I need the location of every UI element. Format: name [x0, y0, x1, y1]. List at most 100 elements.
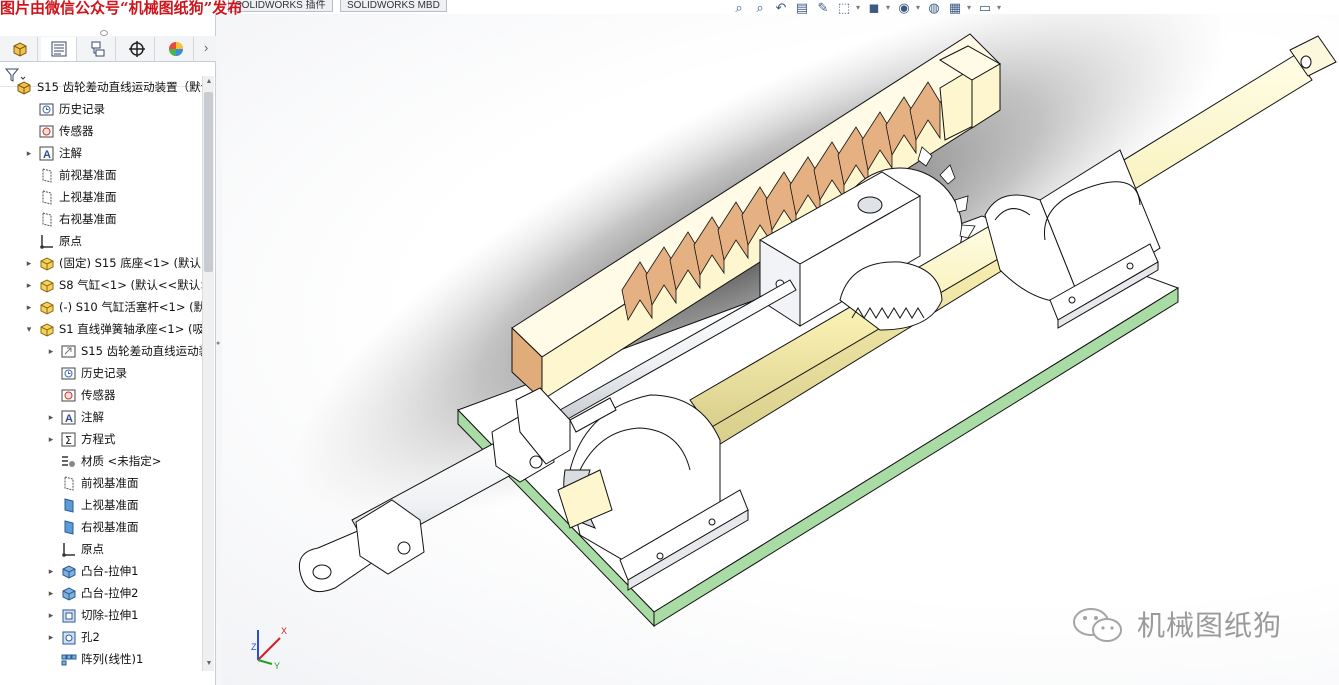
- tab-solidworks-addins[interactable]: SOLIDWORKS 插件: [228, 0, 333, 12]
- tree-item[interactable]: 前视基准面: [24, 164, 117, 186]
- tree-item[interactable]: 右视基准面: [24, 208, 117, 230]
- tree-item[interactable]: ▸ S8 气缸<1> (默认<<默认>_: [24, 274, 202, 296]
- tree-item[interactable]: 上视基准面: [24, 186, 117, 208]
- tree-item-label: 凸台-拉伸2: [81, 586, 139, 600]
- tree-item[interactable]: ▸ 切除-拉伸1: [46, 604, 138, 626]
- tree-item[interactable]: ▸ S15 齿轮差动直线运动装: [46, 340, 202, 362]
- plane-solid-icon: [60, 519, 77, 535]
- linear-pattern-icon: [60, 651, 77, 667]
- tree-item-label: S1 直线弹簧轴承座<1> (吸纳: [59, 322, 202, 336]
- tree-item[interactable]: ▸ Σ 方程式: [46, 428, 116, 450]
- tree-item[interactable]: ▸ (-) S10 气缸活塞杆<1> (默认: [24, 296, 202, 318]
- boss-extrude-icon: [60, 585, 77, 601]
- tree-item[interactable]: 传感器: [46, 384, 116, 406]
- tree-item[interactable]: 上视基准面: [46, 494, 139, 516]
- tree-item-label: 原点: [81, 542, 104, 556]
- tab-feature-manager[interactable]: [2, 37, 38, 61]
- scrollbar-thumb[interactable]: [204, 92, 213, 272]
- tree-item[interactable]: ▾ S1 直线弹簧轴承座<1> (吸纳: [24, 318, 202, 340]
- triad-z-label: Z: [251, 642, 257, 652]
- feature-tree-scrollbar[interactable]: ▲ ▼: [202, 76, 214, 671]
- sensor-icon: [38, 123, 55, 139]
- panel-tabs-scroll-right-icon[interactable]: ›: [204, 40, 208, 55]
- expand-arrow-icon[interactable]: ▸: [46, 434, 56, 445]
- cut-extrude-icon: [60, 607, 77, 623]
- sensor-icon: [60, 387, 77, 403]
- tree-item-label: (-) S10 气缸活塞杆<1> (默认: [59, 300, 202, 314]
- expand-arrow-icon[interactable]: ▸: [46, 632, 56, 643]
- scroll-down-arrow-icon[interactable]: ▼: [204, 658, 214, 670]
- tree-item-label: 右视基准面: [59, 212, 117, 226]
- dropdown-caret-icon[interactable]: ▾: [886, 1, 892, 15]
- tree-item-label: 凸台-拉伸1: [81, 564, 139, 578]
- tree-item[interactable]: 前视基准面: [46, 472, 139, 494]
- dropdown-caret-icon[interactable]: ▾: [856, 1, 862, 15]
- link-icon: [60, 343, 77, 359]
- expand-arrow-icon[interactable]: ▸: [24, 302, 34, 313]
- edit-appearance-icon: ◍: [928, 0, 940, 15]
- property-manager-icon: [51, 41, 66, 57]
- watermark-text: 机械图纸狗: [1137, 609, 1283, 642]
- tree-item-label: 方程式: [81, 432, 116, 446]
- zoom-area-icon: ⌕: [756, 0, 764, 15]
- triad-x-label: X: [281, 626, 287, 636]
- expand-arrow-icon[interactable]: ▸: [24, 148, 34, 159]
- tree-item-label: 注解: [81, 410, 104, 424]
- tree-item-label: 前视基准面: [59, 168, 117, 182]
- tree-item-label: 历史记录: [81, 366, 127, 380]
- expand-arrow-icon[interactable]: ▸: [46, 610, 56, 621]
- expand-arrow-icon[interactable]: ▸: [24, 258, 34, 269]
- tree-item[interactable]: ▸ 孔2: [46, 626, 100, 648]
- graphics-area[interactable]: X Y Z 机械图纸狗: [222, 14, 1339, 685]
- assembly-model[interactable]: [222, 14, 1339, 685]
- tree-item[interactable]: 传感器: [24, 120, 94, 142]
- tree-item[interactable]: ▸ A 注解: [46, 406, 104, 428]
- tree-item[interactable]: 原点: [24, 230, 82, 252]
- tree-item[interactable]: 历史记录: [24, 98, 105, 120]
- display-manager-icon: [168, 42, 183, 56]
- tree-item[interactable]: 阵列(线性)1: [46, 648, 143, 670]
- collapse-arrow-icon[interactable]: ▾: [24, 324, 34, 335]
- tab-property-manager[interactable]: [41, 37, 77, 61]
- tree-item-label: 切除-拉伸1: [81, 608, 139, 622]
- tree-item[interactable]: 历史记录: [46, 362, 127, 384]
- expand-arrow-icon[interactable]: ▸: [46, 588, 56, 599]
- expand-arrow-icon[interactable]: ▸: [24, 280, 34, 291]
- dynamic-annotation-icon: ✎: [817, 0, 829, 15]
- tree-item[interactable]: ▸ 凸台-拉伸1: [46, 560, 138, 582]
- expand-arrow-icon[interactable]: ▸: [46, 566, 56, 577]
- plane-icon: [38, 167, 55, 183]
- tree-item[interactable]: 右视基准面: [46, 516, 139, 538]
- tree-item-label: 孔2: [81, 630, 100, 644]
- expand-arrow-icon[interactable]: ▸: [46, 412, 56, 423]
- tree-item[interactable]: 原点: [46, 538, 104, 560]
- triad-y-label: Y: [274, 661, 280, 671]
- tree-item-label: 阵列(线性)1: [81, 652, 144, 666]
- tree-item-label: 历史记录: [59, 102, 105, 116]
- dropdown-caret-icon[interactable]: ▾: [916, 1, 922, 15]
- tree-item[interactable]: ▸ 凸台-拉伸2: [46, 582, 138, 604]
- tree-item-label: 上视基准面: [59, 190, 117, 204]
- watermark-logo: 机械图纸狗: [1069, 604, 1282, 644]
- tree-item[interactable]: S15 齿轮差动直线运动装置（默认: [2, 76, 202, 98]
- tree-item-label: 前视基准面: [81, 476, 139, 490]
- coordinate-triad: X Y Z: [251, 626, 287, 671]
- origin-icon: [60, 541, 77, 557]
- tree-item-label: 上视基准面: [81, 498, 139, 512]
- view-orientation-icon: ⬚: [837, 0, 851, 15]
- tree-item-label: 右视基准面: [81, 520, 139, 534]
- plane-solid-icon: [60, 497, 77, 513]
- expand-arrow-icon[interactable]: ▸: [46, 346, 56, 357]
- tab-display-manager[interactable]: [158, 37, 194, 61]
- part-icon: [38, 299, 55, 315]
- tab-configuration-manager[interactable]: [80, 37, 116, 61]
- tree-item[interactable]: ▸ A 注解: [24, 142, 82, 164]
- tree-item[interactable]: 材质 <未指定>: [46, 450, 161, 472]
- tab-solidworks-mbd[interactable]: SOLIDWORKS MBD: [340, 0, 447, 12]
- tab-dimxpert-manager[interactable]: [119, 37, 155, 61]
- tree-item[interactable]: ▸ (固定) S15 底座<1> (默认<: [24, 252, 202, 274]
- scroll-up-arrow-icon[interactable]: ▲: [204, 76, 214, 88]
- dropdown-caret-icon[interactable]: ▾: [967, 1, 973, 15]
- dropdown-caret-icon[interactable]: ▾: [997, 1, 1003, 15]
- plane-icon: [38, 211, 55, 227]
